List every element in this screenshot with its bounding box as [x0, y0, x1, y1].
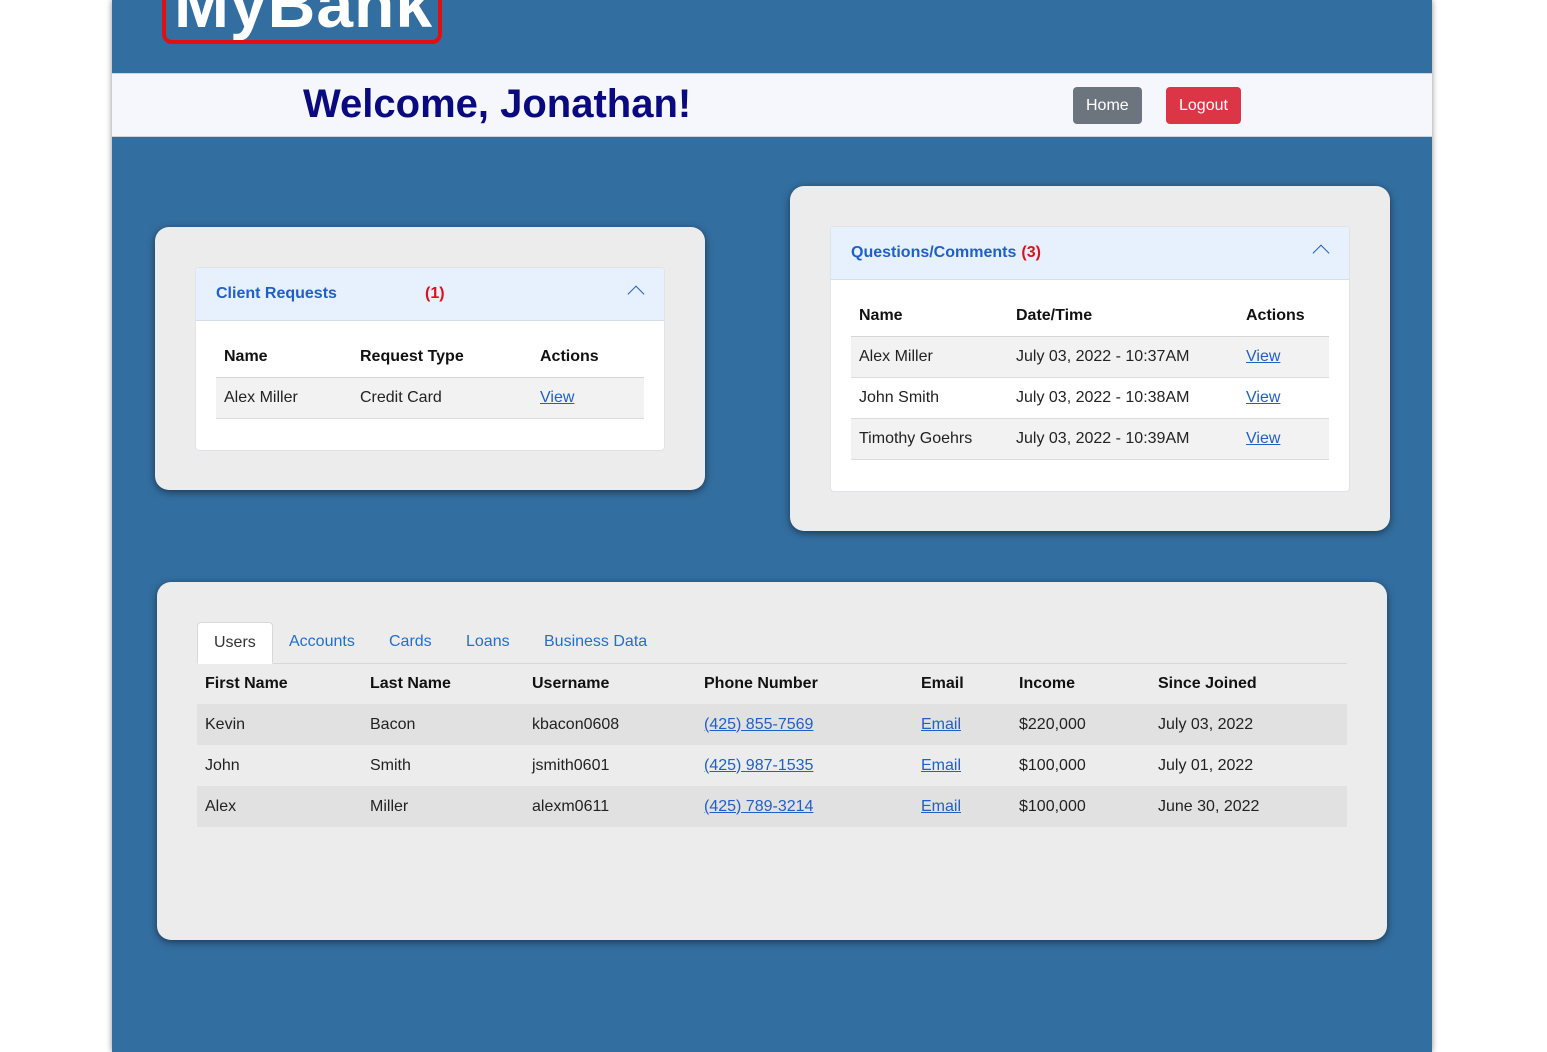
questions-comments-card: Questions/Comments (3) Name Date/Time Act… — [790, 186, 1390, 531]
table-row: Alex Miller July 03, 2022 - 10:37AM View — [851, 336, 1329, 378]
table-row: Kevin Bacon kbacon0608 (425) 855-7569 Em… — [197, 704, 1347, 745]
question-action-cell: View — [1238, 336, 1329, 378]
joined-cell: June 30, 2022 — [1150, 786, 1347, 827]
home-button[interactable]: Home — [1073, 87, 1142, 124]
last-name-cell: Smith — [370, 756, 411, 774]
client-requests-accordion: Client Requests (1) Name Request Type Ac… — [195, 267, 665, 451]
table-row: John Smith July 03, 2022 - 10:38AM View — [851, 377, 1329, 419]
tab-cards[interactable]: Cards — [373, 622, 448, 663]
email-link[interactable]: Email — [921, 798, 961, 815]
username-cell: kbacon0608 — [524, 704, 696, 745]
client-requests-count: (1) — [425, 285, 445, 302]
table-row: Alex Miller Credit Card View — [216, 377, 644, 419]
column-header: Phone Number — [704, 674, 818, 692]
column-header: Request Type — [352, 337, 532, 378]
phone-cell: (425) 789-3214 — [696, 786, 913, 827]
questions-comments-accordion: Questions/Comments (3) Name Date/Time Act… — [830, 226, 1350, 492]
column-header: Name — [851, 296, 1008, 337]
welcome-heading: Welcome, Jonathan! — [303, 82, 692, 126]
email-cell: Email — [913, 704, 1011, 745]
question-name: Timothy Goehrs — [851, 418, 1008, 460]
column-header: Actions — [1238, 296, 1329, 337]
email-link[interactable]: Email — [921, 757, 961, 774]
column-header: First Name — [205, 674, 288, 692]
email-link[interactable]: Email — [921, 716, 961, 733]
income-cell: $220,000 — [1011, 704, 1150, 745]
table-header-row: Name Date/Time Actions — [851, 296, 1329, 337]
first-name-cell: Kevin — [197, 704, 362, 745]
questions-comments-title: Questions/Comments (3) — [851, 244, 1041, 262]
view-question-link[interactable]: View — [1246, 430, 1280, 447]
questions-comments-header[interactable]: Questions/Comments (3) — [831, 227, 1349, 280]
column-header: Last Name — [370, 674, 451, 692]
tab-business-data[interactable]: Business Data — [528, 622, 663, 663]
logo-text: MyBank — [174, 0, 434, 41]
welcome-bar: Welcome, Jonathan! Home Logout — [112, 73, 1432, 137]
income-cell: $100,000 — [1019, 756, 1086, 774]
column-header: Since Joined — [1158, 674, 1257, 692]
client-requests-card: Client Requests (1) Name Request Type Ac… — [155, 227, 705, 490]
questions-comments-title-text: Questions/Comments — [851, 244, 1017, 261]
username-cell: alexm0611 — [524, 786, 696, 827]
mybank-logo[interactable]: MyBank — [162, 0, 442, 44]
question-datetime: July 03, 2022 - 10:38AM — [1008, 377, 1238, 419]
table-row: John Smith jsmith0601 (425) 987-1535 Ema… — [197, 745, 1347, 786]
chevron-up-icon[interactable] — [1312, 244, 1330, 262]
view-question-link[interactable]: View — [1246, 389, 1280, 406]
last-name-cell: Miller — [362, 786, 524, 827]
client-requests-table: Name Request Type Actions Alex Miller Cr… — [216, 337, 644, 419]
question-name: Alex Miller — [851, 336, 1008, 378]
first-name-cell: Alex — [197, 786, 362, 827]
data-tabs: Users Accounts Cards Loans Business Data — [197, 622, 1347, 664]
phone-link[interactable]: (425) 987-1535 — [704, 757, 813, 774]
question-action-cell: View — [1238, 418, 1329, 460]
app-container: MyBank Welcome, Jonathan! Home Logout Cl… — [112, 0, 1432, 1052]
column-header: Email — [921, 674, 964, 692]
last-name-cell: Bacon — [362, 704, 524, 745]
email-cell: Email — [913, 745, 1011, 786]
email-cell: Email — [913, 786, 1011, 827]
username-cell: jsmith0601 — [532, 756, 610, 774]
users-data-card: Users Accounts Cards Loans Business Data… — [157, 582, 1387, 940]
request-type: Credit Card — [352, 377, 532, 419]
joined-cell: July 01, 2022 — [1158, 756, 1254, 774]
column-header: Username — [532, 674, 610, 692]
question-datetime: July 03, 2022 - 10:37AM — [1008, 336, 1238, 378]
table-header-row: Name Request Type Actions — [216, 337, 644, 378]
question-name: John Smith — [851, 377, 1008, 419]
phone-cell: (425) 987-1535 — [696, 745, 913, 786]
column-header: Date/Time — [1008, 296, 1238, 337]
column-header: Name — [216, 337, 352, 378]
tab-loans[interactable]: Loans — [450, 622, 526, 663]
phone-cell: (425) 855-7569 — [696, 704, 913, 745]
tab-accounts[interactable]: Accounts — [273, 622, 371, 663]
question-datetime: July 03, 2022 - 10:39AM — [1008, 418, 1238, 460]
first-name-cell: John — [205, 756, 240, 774]
tab-users[interactable]: Users — [197, 622, 273, 664]
question-action-cell: View — [1238, 377, 1329, 419]
client-requests-title: Client Requests — [216, 285, 337, 302]
income-cell: $100,000 — [1011, 786, 1150, 827]
questions-comments-table: Name Date/Time Actions Alex Miller July … — [851, 296, 1329, 460]
joined-cell: July 03, 2022 — [1150, 704, 1347, 745]
view-question-link[interactable]: View — [1246, 348, 1280, 365]
request-name: Alex Miller — [216, 377, 352, 419]
view-request-link[interactable]: View — [540, 389, 574, 406]
questions-comments-count: (3) — [1021, 244, 1041, 261]
request-action-cell: View — [532, 377, 644, 419]
client-requests-header[interactable]: Client Requests (1) — [196, 268, 664, 321]
table-row: Alex Miller alexm0611 (425) 789-3214 Ema… — [197, 786, 1347, 827]
phone-link[interactable]: (425) 789-3214 — [704, 798, 813, 815]
table-row: Timothy Goehrs July 03, 2022 - 10:39AM V… — [851, 418, 1329, 460]
table-header-row: First Name Last Name Username Phone Numb… — [197, 663, 1347, 704]
users-table: First Name Last Name Username Phone Numb… — [197, 663, 1347, 827]
column-header: Income — [1019, 674, 1076, 692]
column-header: Actions — [532, 337, 644, 378]
phone-link[interactable]: (425) 855-7569 — [704, 716, 813, 733]
chevron-up-icon[interactable] — [627, 285, 645, 303]
logout-button[interactable]: Logout — [1166, 87, 1241, 124]
